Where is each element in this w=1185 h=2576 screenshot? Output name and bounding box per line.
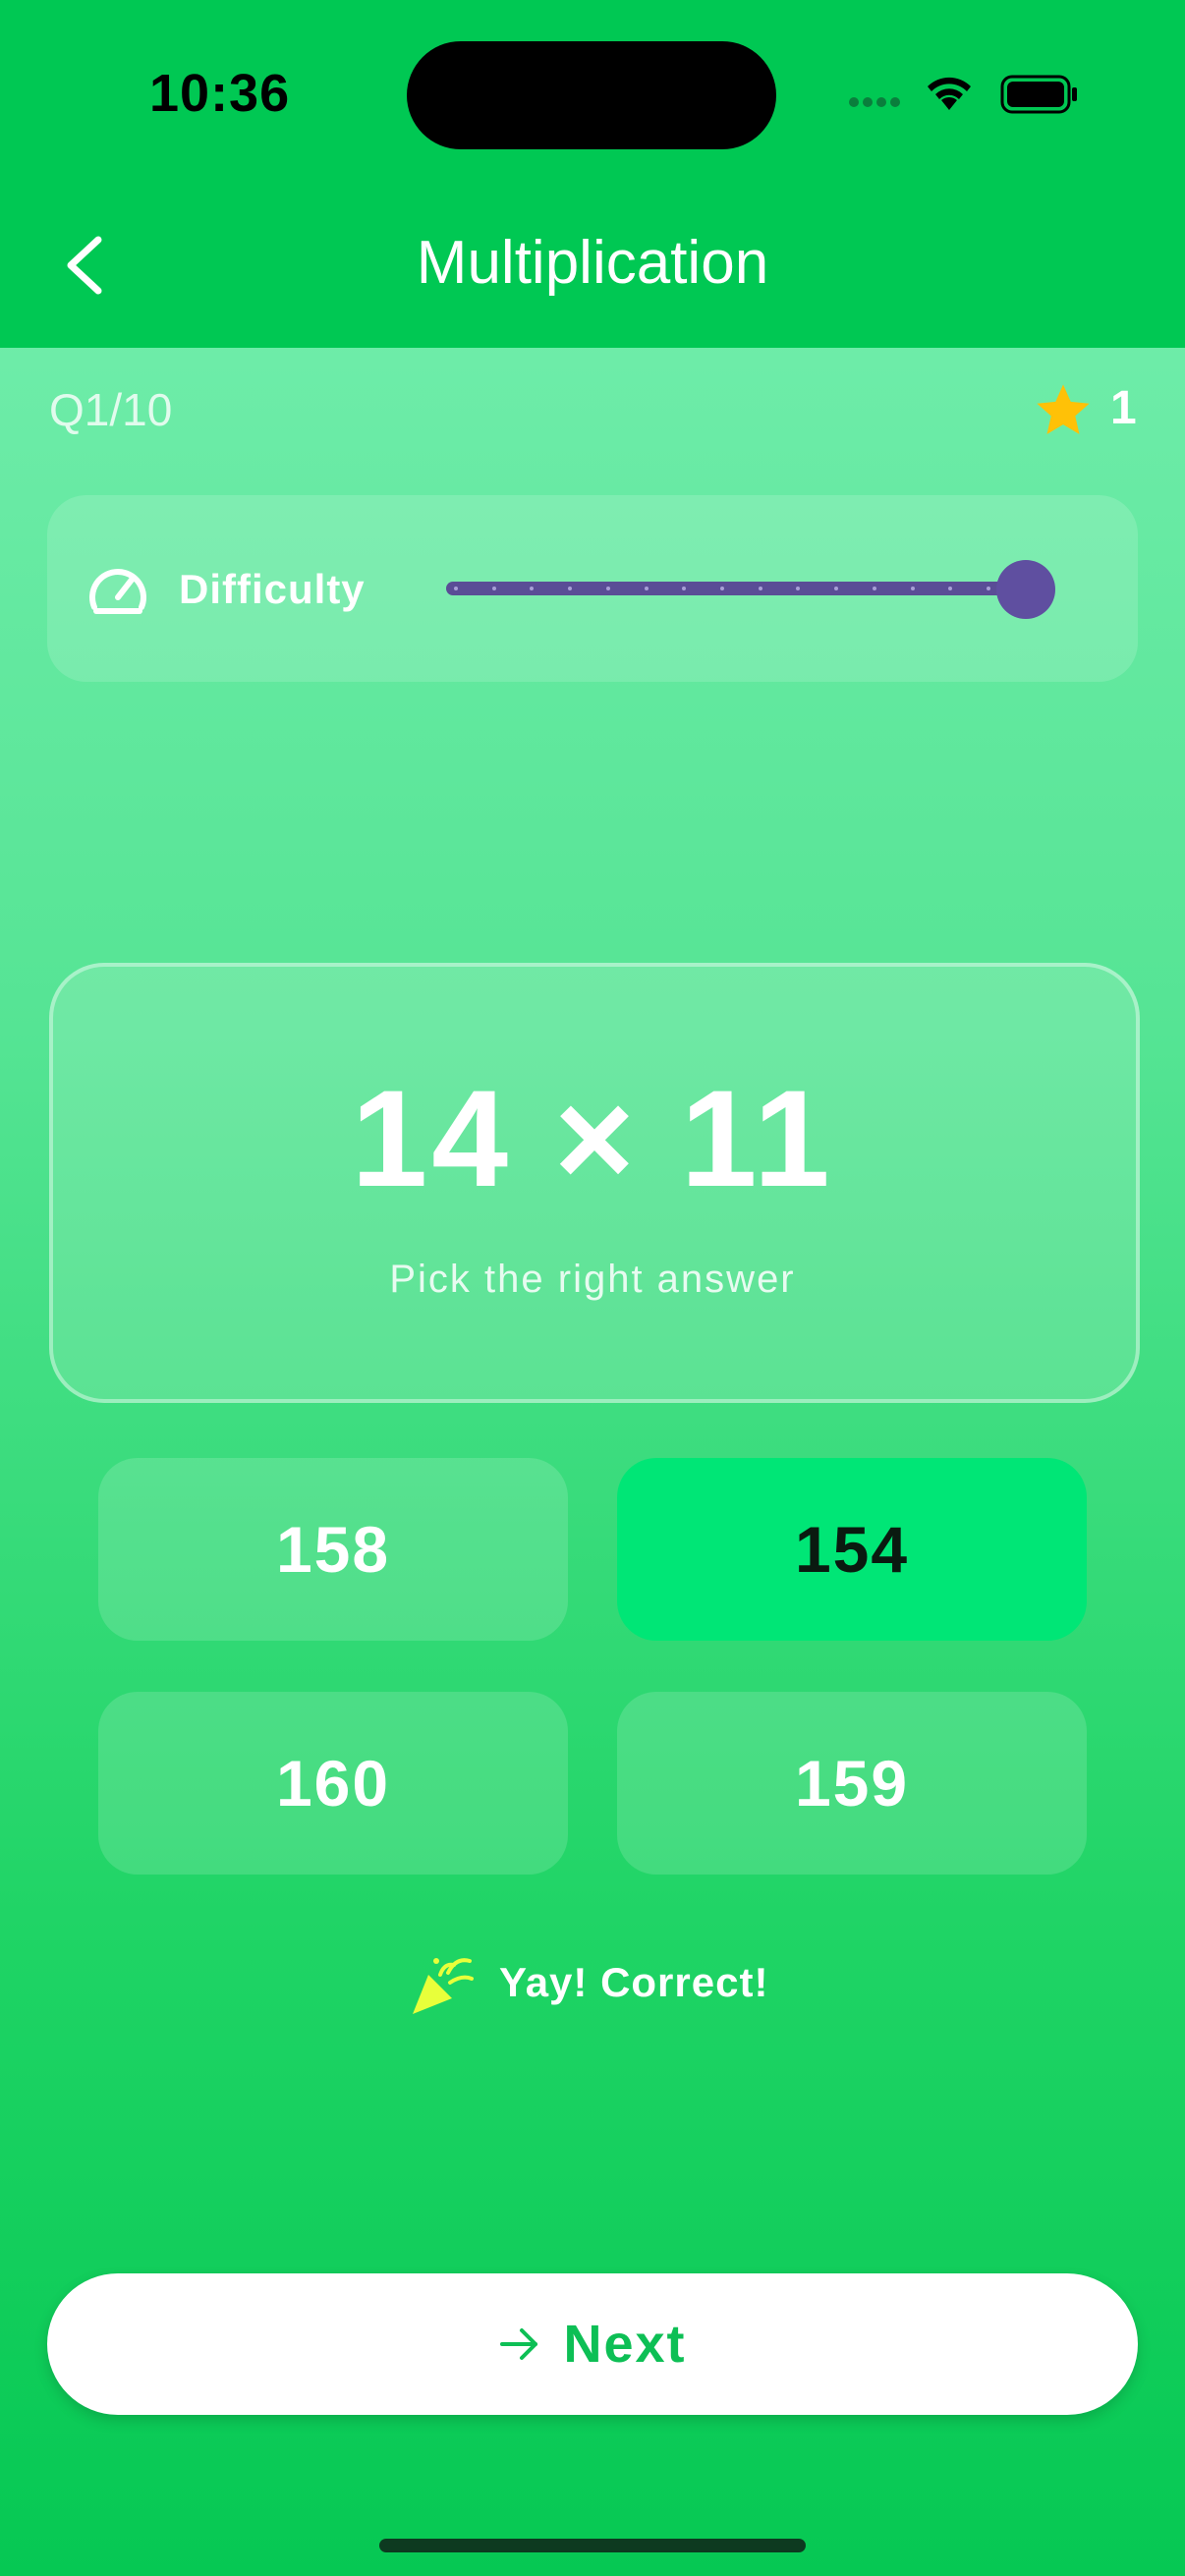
home-indicator [379,2539,806,2552]
difficulty-label: Difficulty [179,566,366,612]
next-button-label: Next [563,2315,687,2374]
status-time: 10:36 [149,64,291,123]
party-popper-icon [413,1958,474,2014]
answer-option[interactable]: 160 [98,1692,568,1875]
star-icon [1037,384,1090,434]
cellular-signal-icon [849,94,904,112]
question-counter: Q1/10 [49,384,173,435]
slider-step-dot [720,587,724,590]
star-count: 1 [1110,382,1137,434]
slider-step-dot [758,587,762,590]
answer-option[interactable]: 159 [617,1692,1087,1875]
speedometer-icon [89,569,146,614]
slider-step-dot [644,587,649,590]
answer-option[interactable]: 154 [617,1458,1087,1641]
dynamic-island [407,41,776,149]
slider-step-dot [454,587,458,590]
difficulty-slider-thumb[interactable] [996,560,1055,619]
answer-option[interactable]: 158 [98,1458,568,1641]
slider-step-dot [605,587,610,590]
slider-step-dot [910,587,915,590]
wifi-icon [928,77,971,110]
slider-step-dot [872,587,876,590]
feedback-message: Yay! Correct! [499,1959,769,2005]
next-button[interactable]: Next [47,2273,1138,2415]
slider-step-dot [987,587,990,590]
question-hint: Pick the right answer [389,1258,796,1301]
question-expression: 14 × 11 [351,1061,834,1215]
slider-step-dot [491,587,496,590]
arrow-right-icon [500,2328,538,2360]
battery-icon [1000,75,1077,114]
page-title: Multiplication [416,229,769,297]
